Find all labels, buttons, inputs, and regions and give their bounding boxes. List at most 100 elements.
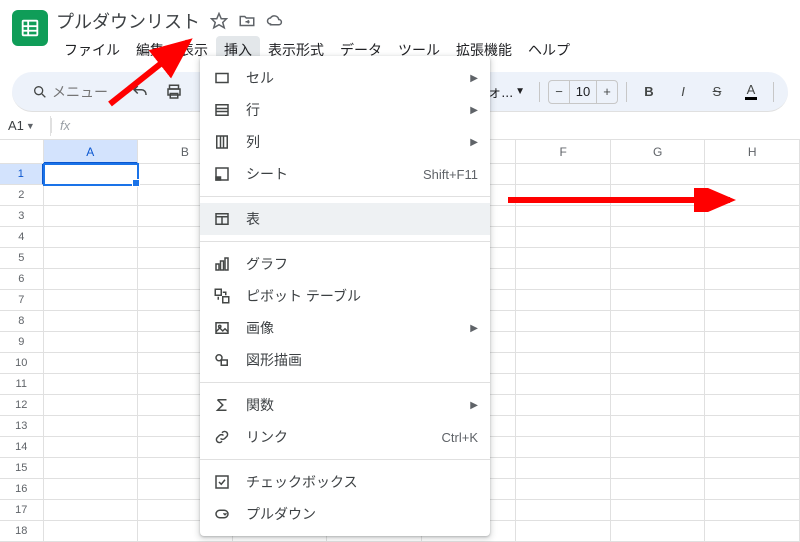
menu-item-link[interactable]: リンクCtrl+K: [200, 421, 490, 453]
cell[interactable]: [44, 416, 139, 437]
cell[interactable]: [516, 353, 611, 374]
cloud-icon[interactable]: [266, 12, 284, 30]
cell[interactable]: [705, 164, 800, 185]
document-title[interactable]: プルダウンリスト: [56, 8, 200, 34]
cell[interactable]: [705, 416, 800, 437]
move-folder-icon[interactable]: [238, 12, 256, 30]
cell[interactable]: [44, 290, 139, 311]
row-header-8[interactable]: 8: [0, 311, 44, 332]
cell[interactable]: [705, 395, 800, 416]
cell[interactable]: [611, 164, 706, 185]
menu-item-cols[interactable]: 列▶: [200, 126, 490, 158]
cell[interactable]: [516, 164, 611, 185]
cell[interactable]: [705, 437, 800, 458]
row-header-18[interactable]: 18: [0, 521, 44, 542]
row-header-5[interactable]: 5: [0, 248, 44, 269]
menu-item-cell[interactable]: セル▶: [200, 62, 490, 94]
col-header-F[interactable]: F: [516, 140, 611, 164]
cell[interactable]: [516, 374, 611, 395]
cell[interactable]: [611, 269, 706, 290]
row-header-7[interactable]: 7: [0, 290, 44, 311]
cell[interactable]: [611, 500, 706, 521]
row-header-6[interactable]: 6: [0, 269, 44, 290]
font-size-increase[interactable]: +: [597, 84, 617, 99]
cell[interactable]: [611, 227, 706, 248]
cell[interactable]: [44, 353, 139, 374]
font-size-value[interactable]: 10: [569, 81, 597, 103]
cell[interactable]: [705, 458, 800, 479]
row-header-17[interactable]: 17: [0, 500, 44, 521]
cell[interactable]: [44, 458, 139, 479]
cell[interactable]: [516, 269, 611, 290]
cell[interactable]: [705, 521, 800, 542]
cell[interactable]: [44, 227, 139, 248]
cell[interactable]: [44, 206, 139, 227]
cell[interactable]: [611, 479, 706, 500]
cell[interactable]: [705, 500, 800, 521]
row-header-16[interactable]: 16: [0, 479, 44, 500]
row-header-4[interactable]: 4: [0, 227, 44, 248]
cell[interactable]: [516, 500, 611, 521]
strikethrough-button[interactable]: S: [703, 78, 731, 106]
cell[interactable]: [516, 416, 611, 437]
cell[interactable]: [611, 437, 706, 458]
cell[interactable]: [705, 248, 800, 269]
menu-item-drawing[interactable]: 図形描画: [200, 344, 490, 376]
cell[interactable]: [705, 353, 800, 374]
col-header-H[interactable]: H: [705, 140, 800, 164]
menu-item-checkbox[interactable]: チェックボックス: [200, 466, 490, 498]
cell[interactable]: [44, 500, 139, 521]
cell[interactable]: [44, 521, 139, 542]
cell[interactable]: [705, 332, 800, 353]
cell[interactable]: [611, 374, 706, 395]
cell[interactable]: [44, 248, 139, 269]
cell[interactable]: [44, 332, 139, 353]
menu-item-image[interactable]: 画像▶: [200, 312, 490, 344]
menu-item-sheet[interactable]: シートShift+F11: [200, 158, 490, 190]
menu-item-pivot[interactable]: ピボット テーブル: [200, 280, 490, 312]
row-header-9[interactable]: 9: [0, 332, 44, 353]
row-header-11[interactable]: 11: [0, 374, 44, 395]
cell[interactable]: [611, 521, 706, 542]
cell[interactable]: [516, 395, 611, 416]
row-header-1[interactable]: 1: [0, 164, 44, 185]
cell[interactable]: [611, 416, 706, 437]
cell[interactable]: [611, 248, 706, 269]
menu-8[interactable]: ヘルプ: [520, 36, 578, 64]
cell[interactable]: [516, 227, 611, 248]
row-header-14[interactable]: 14: [0, 437, 44, 458]
cell[interactable]: [44, 164, 139, 185]
menu-item-table[interactable]: 表: [200, 203, 490, 235]
row-header-3[interactable]: 3: [0, 206, 44, 227]
cell[interactable]: [44, 374, 139, 395]
font-size-decrease[interactable]: −: [549, 84, 569, 99]
name-box[interactable]: A1▼: [0, 118, 50, 133]
select-all-corner[interactable]: [0, 140, 44, 164]
cell[interactable]: [44, 479, 139, 500]
cell[interactable]: [516, 311, 611, 332]
menu-item-sigma[interactable]: 関数▶: [200, 389, 490, 421]
row-header-2[interactable]: 2: [0, 185, 44, 206]
cell[interactable]: [611, 458, 706, 479]
sheets-logo[interactable]: [12, 10, 48, 46]
cell[interactable]: [611, 353, 706, 374]
menu-item-rows[interactable]: 行▶: [200, 94, 490, 126]
cell[interactable]: [516, 437, 611, 458]
col-header-G[interactable]: G: [611, 140, 706, 164]
italic-button[interactable]: I: [669, 78, 697, 106]
row-header-15[interactable]: 15: [0, 458, 44, 479]
text-color-button[interactable]: A: [737, 78, 765, 106]
col-header-A[interactable]: A: [44, 140, 139, 164]
cell[interactable]: [516, 521, 611, 542]
cell[interactable]: [516, 458, 611, 479]
cell[interactable]: [705, 227, 800, 248]
cell[interactable]: [516, 290, 611, 311]
cell[interactable]: [516, 248, 611, 269]
cell[interactable]: [44, 437, 139, 458]
cell[interactable]: [705, 479, 800, 500]
cell[interactable]: [611, 290, 706, 311]
bold-button[interactable]: B: [635, 78, 663, 106]
cell[interactable]: [44, 185, 139, 206]
cell[interactable]: [44, 395, 139, 416]
row-header-12[interactable]: 12: [0, 395, 44, 416]
